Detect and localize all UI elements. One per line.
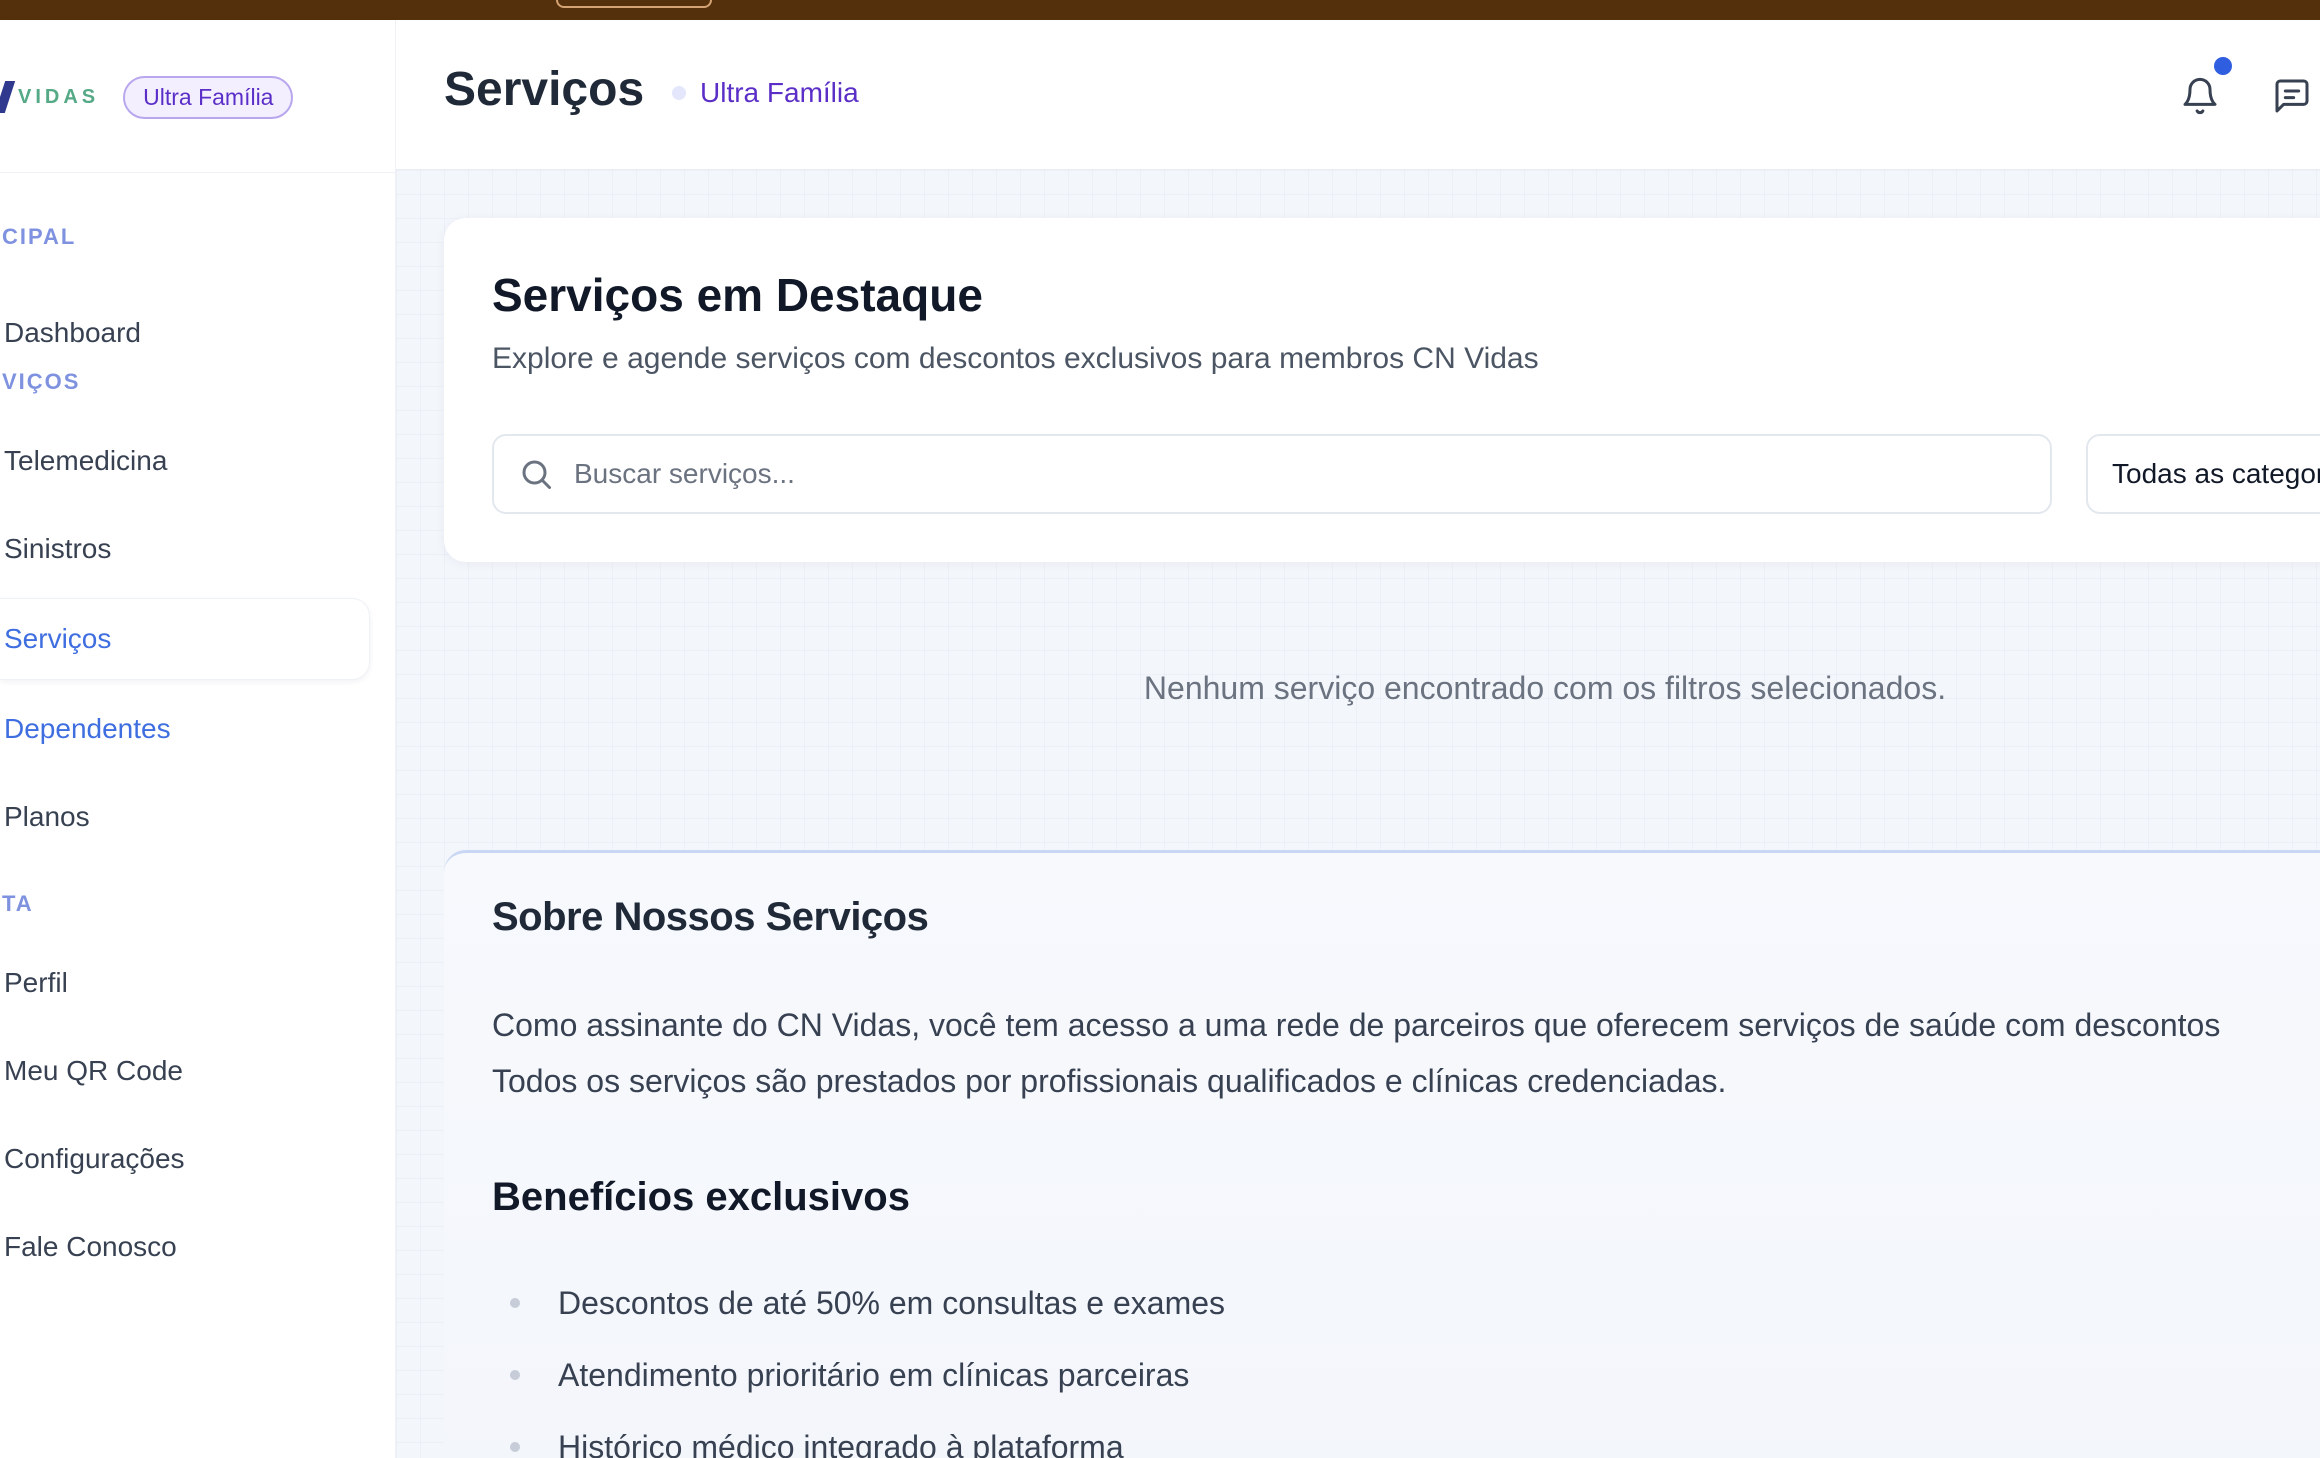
empty-state-message: Nenhum serviço encontrado com os filtros… [1143, 670, 1947, 706]
about-title: Sobre Nossos Serviços [492, 895, 929, 939]
sidebar-item-fale-conosco[interactable]: Fale Conosco [0, 1206, 370, 1288]
search-input[interactable] [574, 458, 1974, 490]
notification-dot [2214, 57, 2232, 75]
benefit-item: Histórico médico integrado à plataforma [492, 1427, 1124, 1458]
search-box[interactable] [492, 434, 2052, 514]
category-select[interactable]: Todas as categorias [2086, 434, 2320, 514]
section-label-conta: TA [2, 891, 34, 916]
about-text-line: Como assinante do CN Vidas, você tem ace… [492, 1007, 2221, 1043]
sidebar-item-dashboard[interactable]: Dashboard [0, 292, 370, 374]
section-label-servicos: VIÇOS [2, 369, 81, 394]
about-text: Como assinante do CN Vidas, você tem ace… [492, 997, 2320, 1109]
sidebar-item-sinistros[interactable]: Sinistros [0, 508, 370, 590]
brand-name: VIDAS [18, 85, 100, 108]
browser-top-bar [0, 0, 2320, 20]
bullet-icon [510, 1298, 520, 1308]
header-plan-label: Ultra Família [700, 77, 859, 108]
benefit-text: Histórico médico integrado à plataforma [558, 1428, 1124, 1458]
about-services-section: Sobre Nossos Serviços Como assinante do … [444, 850, 2320, 1458]
title-separator-dot [672, 86, 686, 100]
sidebar-divider [0, 172, 396, 173]
about-text-line: Todos os serviços são prestados por prof… [492, 1063, 1727, 1099]
featured-subtitle: Explore e agende serviços com descontos … [492, 342, 1539, 375]
brand-logo-mark [0, 81, 16, 113]
page-title: Serviços [444, 63, 645, 116]
sidebar-item-servicos[interactable]: Serviços [0, 598, 370, 680]
sidebar-item-qr-code[interactable]: Meu QR Code [0, 1030, 370, 1112]
benefit-text: Descontos de até 50% em consultas e exam… [558, 1284, 1226, 1321]
bullet-icon [510, 1370, 520, 1380]
sidebar-item-configuracoes[interactable]: Configurações [0, 1118, 370, 1200]
sidebar-item-planos[interactable]: Planos [0, 776, 370, 858]
brand[interactable]: VIDAS Ultra Família [0, 75, 294, 119]
featured-title: Serviços em Destaque [492, 269, 983, 321]
benefit-item: Descontos de até 50% em consultas e exam… [492, 1283, 1225, 1323]
page-header: Serviços Ultra Família [396, 20, 2320, 170]
main-content: Serviços em Destaque Explore e agende se… [396, 170, 2320, 1458]
sidebar: VIDAS Ultra Família CIPAL Dashboard VIÇO… [0, 20, 396, 1458]
section-label-principal: CIPAL [2, 224, 77, 249]
sidebar-item-telemedicina[interactable]: Telemedicina [0, 420, 370, 502]
sidebar-item-perfil[interactable]: Perfil [0, 942, 370, 1024]
benefit-item: Atendimento prioritário em clínicas parc… [492, 1355, 1189, 1395]
top-bar-tab-outline[interactable] [556, 0, 712, 8]
chat-icon[interactable] [2272, 76, 2312, 116]
search-icon [522, 460, 551, 489]
benefits-title: Benefícios exclusivos [492, 1175, 910, 1219]
featured-services-card: Serviços em Destaque Explore e agende se… [444, 218, 2320, 562]
benefit-text: Atendimento prioritário em clínicas parc… [558, 1356, 1190, 1393]
bell-icon[interactable] [2180, 76, 2220, 116]
plan-badge: Ultra Família [123, 75, 294, 119]
sidebar-item-dependentes[interactable]: Dependentes [0, 688, 370, 770]
bullet-icon [510, 1442, 520, 1452]
